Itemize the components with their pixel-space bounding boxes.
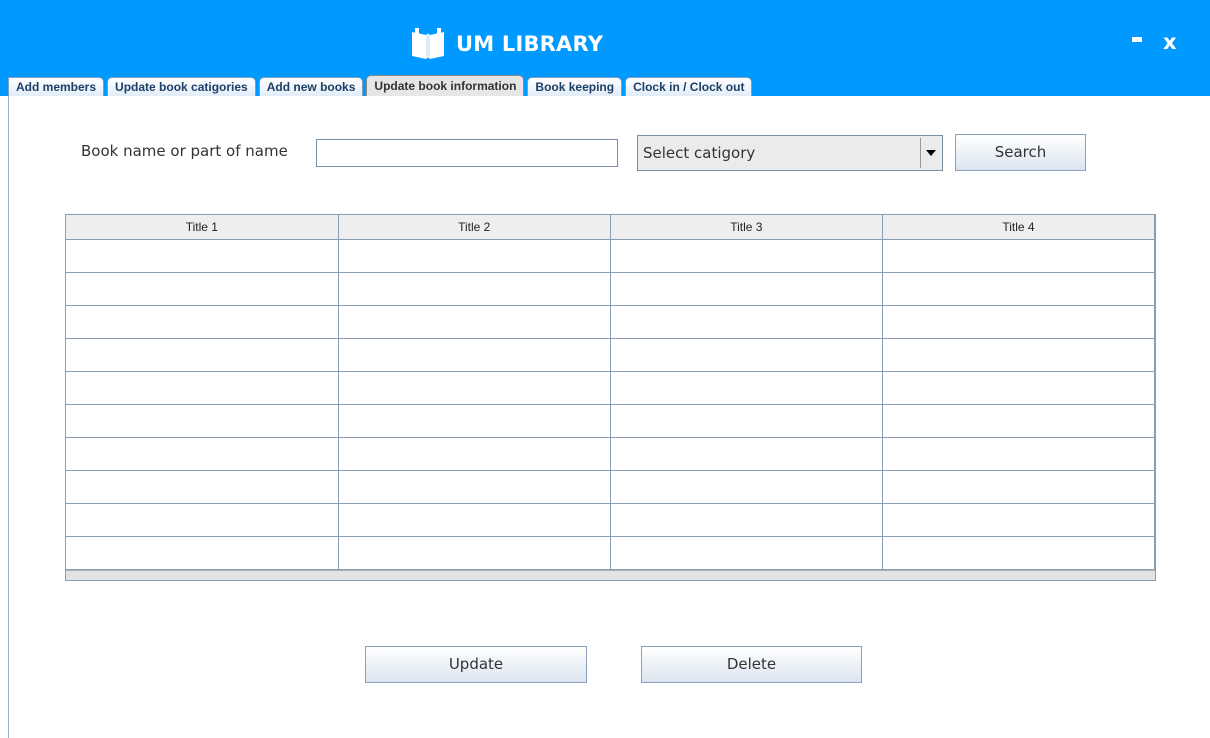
table-cell[interactable] — [882, 437, 1156, 471]
table-cell[interactable] — [338, 536, 611, 570]
table-cell[interactable] — [882, 371, 1156, 405]
table-cell[interactable] — [610, 239, 883, 273]
table-row[interactable] — [66, 239, 1156, 273]
table-row[interactable] — [66, 404, 1156, 438]
table-cell[interactable] — [66, 437, 339, 471]
column-header-title-3[interactable]: Title 3 — [610, 215, 883, 240]
table-body — [66, 239, 1156, 570]
table-row[interactable] — [66, 272, 1156, 306]
update-button[interactable]: Update — [365, 646, 587, 683]
table-cell[interactable] — [882, 503, 1156, 537]
tab-add-members[interactable]: Add members — [8, 77, 105, 96]
table-cell[interactable] — [610, 536, 883, 570]
table-cell[interactable] — [66, 272, 339, 306]
search-label: Book name or part of name — [81, 142, 288, 160]
table-cell[interactable] — [66, 404, 339, 438]
column-header-title-1[interactable]: Title 1 — [66, 215, 339, 240]
table-cell[interactable] — [610, 503, 883, 537]
table-cell[interactable] — [610, 371, 883, 405]
table-row[interactable] — [66, 536, 1156, 570]
table-cell[interactable] — [610, 437, 883, 471]
table-cell[interactable] — [882, 239, 1156, 273]
chevron-down-icon — [925, 150, 936, 156]
tab-update-book-categories[interactable]: Update book catigories — [107, 77, 256, 96]
books-table-grid: Title 1 Title 2 Title 3 Title 4 — [66, 215, 1156, 570]
table-cell[interactable] — [610, 338, 883, 372]
table-cell[interactable] — [882, 305, 1156, 339]
table-cell[interactable] — [338, 338, 611, 372]
table-cell[interactable] — [66, 503, 339, 537]
column-header-title-4[interactable]: Title 4 — [882, 215, 1156, 240]
table-row[interactable] — [66, 503, 1156, 537]
search-button[interactable]: Search — [955, 134, 1086, 171]
table-cell[interactable] — [66, 305, 339, 339]
table-cell[interactable] — [338, 470, 611, 504]
table-cell[interactable] — [66, 371, 339, 405]
minimize-button[interactable] — [1127, 30, 1147, 50]
tab-book-keeping[interactable]: Book keeping — [527, 77, 623, 96]
horizontal-scrollbar[interactable] — [66, 570, 1155, 580]
table-cell[interactable] — [338, 371, 611, 405]
category-select-value: Select catigory — [643, 144, 756, 162]
table-cell[interactable] — [338, 437, 611, 471]
table-row[interactable] — [66, 437, 1156, 471]
table-cell[interactable] — [882, 404, 1156, 438]
table-cell[interactable] — [610, 404, 883, 438]
dropdown-arrow-button[interactable] — [920, 138, 940, 168]
table-row[interactable] — [66, 371, 1156, 405]
table-cell[interactable] — [66, 338, 339, 372]
table-cell[interactable] — [882, 272, 1156, 306]
app-header: UM LIBRARY x Add members Update book cat… — [0, 0, 1210, 96]
close-button[interactable]: x — [1163, 30, 1177, 54]
tab-update-book-information[interactable]: Update book information — [366, 75, 525, 96]
table-row[interactable] — [66, 305, 1156, 339]
books-table: Title 1 Title 2 Title 3 Title 4 — [65, 214, 1156, 581]
table-cell[interactable] — [338, 239, 611, 273]
table-cell[interactable] — [338, 272, 611, 306]
table-cell[interactable] — [66, 536, 339, 570]
open-book-icon — [412, 28, 444, 59]
table-cell[interactable] — [882, 338, 1156, 372]
table-cell[interactable] — [610, 305, 883, 339]
table-cell[interactable] — [882, 470, 1156, 504]
tab-add-new-books[interactable]: Add new books — [258, 77, 364, 96]
tab-clock-in-out[interactable]: Clock in / Clock out — [625, 77, 753, 96]
table-cell[interactable] — [338, 503, 611, 537]
table-cell[interactable] — [610, 470, 883, 504]
tab-bar: Add members Update book catigories Add n… — [8, 74, 755, 96]
table-cell[interactable] — [610, 272, 883, 306]
table-cell[interactable] — [338, 305, 611, 339]
table-row[interactable] — [66, 338, 1156, 372]
app-title: UM LIBRARY — [456, 32, 604, 56]
book-name-search-input[interactable] — [316, 139, 618, 167]
category-select[interactable]: Select catigory — [637, 135, 943, 171]
table-cell[interactable] — [882, 536, 1156, 570]
table-row[interactable] — [66, 470, 1156, 504]
table-cell[interactable] — [66, 470, 339, 504]
column-header-title-2[interactable]: Title 2 — [338, 215, 611, 240]
table-cell[interactable] — [66, 239, 339, 273]
table-cell[interactable] — [338, 404, 611, 438]
app-branding: UM LIBRARY — [410, 22, 603, 66]
table-header-row: Title 1 Title 2 Title 3 Title 4 — [66, 215, 1156, 240]
delete-button[interactable]: Delete — [641, 646, 862, 683]
minimize-icon — [1132, 37, 1142, 42]
